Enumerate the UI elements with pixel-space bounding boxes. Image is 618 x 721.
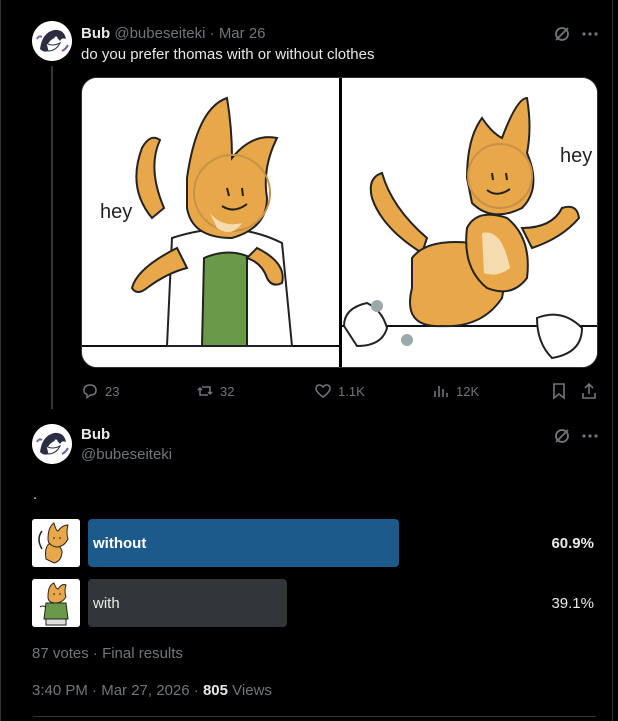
handle[interactable]: @bubeseiteki	[81, 446, 172, 463]
views-button[interactable]: 12K	[432, 382, 479, 400]
timestamp-row: 3:40 PM · Mar 27, 2026 · 805 Views	[32, 682, 272, 699]
separator: ·	[92, 682, 98, 699]
poll-summary: 87 votes · Final results	[32, 645, 183, 662]
poll-option-label: with	[93, 594, 120, 612]
poll-option-label: without	[93, 534, 147, 552]
tweet-date[interactable]: Mar 26	[219, 25, 266, 42]
poll-status: Final results	[102, 645, 183, 662]
separator: ·	[209, 25, 215, 42]
like-count: 1.1K	[338, 383, 365, 399]
share-icon[interactable]	[580, 382, 598, 400]
grok-icon[interactable]	[552, 24, 572, 44]
poll-bar: with	[88, 579, 287, 627]
more-icon[interactable]	[580, 24, 600, 44]
reply-header: Bub @bubeseiteki · Mar 26	[81, 25, 266, 42]
views-label: Views	[232, 682, 272, 699]
views-icon	[434, 386, 448, 397]
reply-icon	[83, 384, 97, 399]
repost-icon	[197, 386, 213, 396]
like-icon	[315, 384, 331, 398]
tweet-time[interactable]: 3:40 PM	[32, 682, 88, 699]
poll-option-image	[32, 579, 80, 627]
right-speech-text: hey	[560, 145, 592, 167]
more-icon[interactable]	[580, 426, 600, 446]
frame-border-right	[612, 0, 613, 721]
repost-button[interactable]: 32	[196, 382, 234, 400]
reply-button[interactable]: 23	[81, 382, 119, 400]
thread-line	[51, 66, 53, 409]
divider	[33, 716, 596, 717]
poll-option-image	[32, 519, 80, 567]
display-name[interactable]: Bub	[81, 25, 110, 42]
poll-option-percent: 39.1%	[551, 595, 594, 612]
avatar[interactable]	[32, 21, 72, 61]
grok-icon[interactable]	[552, 426, 572, 446]
separator: ·	[92, 645, 98, 662]
bookmark-icon[interactable]	[550, 382, 568, 400]
views-count: 12K	[456, 383, 480, 399]
poll-votes: 87 votes	[32, 645, 89, 662]
views-number: 805	[202, 682, 228, 699]
poll-bar-winner: without	[88, 519, 399, 567]
display-name[interactable]: Bub	[81, 426, 110, 443]
reply-count: 23	[105, 383, 120, 399]
left-speech-text: hey	[100, 201, 132, 223]
media-image[interactable]: hey hey	[81, 77, 598, 368]
tweet-text: do you prefer thomas with or without clo…	[81, 46, 375, 63]
main-display-name-wrap: Bub	[81, 426, 110, 443]
separator: ·	[193, 682, 199, 699]
frame-border-left	[0, 0, 1, 721]
avatar[interactable]	[32, 424, 72, 464]
like-button[interactable]: 1.1K	[314, 382, 365, 400]
comic-illustration: hey hey	[82, 78, 597, 367]
tweet-full-date[interactable]: Mar 27, 2026	[101, 682, 189, 699]
repost-count: 32	[220, 383, 235, 399]
handle[interactable]: @bubeseiteki	[114, 25, 205, 42]
tweet-text: .	[33, 486, 38, 503]
poll-option-percent: 60.9%	[551, 535, 594, 552]
